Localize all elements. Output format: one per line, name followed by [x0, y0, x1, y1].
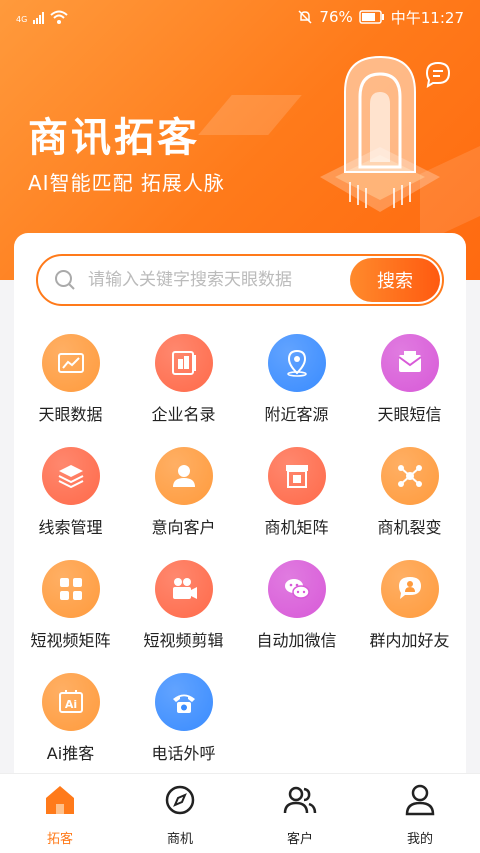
feature-phone-outbound[interactable]: 电话外呼 — [127, 669, 240, 769]
clock: 中午11:27 — [390, 8, 464, 27]
ai-board-icon: Ai — [41, 673, 100, 731]
feature-label: 线索管理 — [38, 518, 103, 537]
page-title: 商讯拓客 — [28, 115, 200, 161]
battery-icon — [359, 10, 384, 24]
tab-label: 商机 — [166, 832, 193, 847]
feature-label: 群内加好友 — [369, 631, 450, 650]
feature-tianyan-sms[interactable]: 天眼短信 — [353, 330, 466, 430]
telephone-icon — [154, 673, 213, 731]
search-input[interactable] — [88, 270, 350, 290]
feature-nearby-leads[interactable]: 附近客源 — [240, 330, 353, 430]
tab-label: 拓客 — [46, 832, 73, 847]
feature-company-list[interactable]: 企业名录 — [127, 330, 240, 430]
feature-label: 意向客户 — [151, 518, 216, 537]
feature-short-video-edit[interactable]: 短视频剪辑 — [127, 556, 240, 656]
feature-label: 商机矩阵 — [264, 518, 329, 537]
network-type: 4G — [16, 15, 28, 24]
tab-label: 我的 — [406, 832, 433, 847]
tab-label: 客户 — [286, 832, 313, 847]
user-icon — [154, 447, 213, 505]
feature-intent-customers[interactable]: 意向客户 — [127, 443, 240, 543]
page-subtitle: AI智能匹配 拓展人脉 — [28, 171, 225, 195]
feature-label: 商机裂变 — [377, 518, 442, 537]
feature-label: 附近客源 — [264, 405, 329, 424]
tab-customers[interactable]: 客户 — [240, 774, 360, 853]
compass-icon — [165, 785, 195, 815]
layers-icon — [41, 447, 100, 505]
mute-bell-icon — [298, 10, 312, 24]
status-bar: 4G 76% 中午11:27 — [0, 0, 480, 34]
signal-icon — [33, 12, 45, 24]
feature-short-video-matrix[interactable]: 短视频矩阵 — [14, 556, 127, 656]
feature-card: 搜索 天眼数据 企业名录 附近客源 天眼短信 — [14, 233, 466, 793]
network-nodes-icon — [380, 447, 439, 505]
feature-label: 天眼短信 — [377, 405, 442, 424]
chart-board-icon — [41, 334, 100, 392]
search-icon — [55, 270, 75, 290]
tab-opportunities[interactable]: 商机 — [120, 774, 240, 853]
group-chat-icon — [380, 560, 439, 618]
location-pin-icon — [267, 334, 326, 392]
envelope-icon — [380, 334, 439, 392]
feature-opportunity-matrix[interactable]: 商机矩阵 — [240, 443, 353, 543]
wifi-icon — [50, 10, 68, 24]
tab-mine[interactable]: 我的 — [360, 774, 480, 853]
video-grid-icon — [41, 560, 100, 618]
feature-auto-add-wechat[interactable]: 自动加微信 — [240, 556, 353, 656]
decorative-shape — [198, 95, 302, 135]
feature-label: 短视频剪辑 — [143, 631, 224, 650]
feature-label: 电话外呼 — [151, 744, 216, 763]
feature-label: 企业名录 — [151, 405, 216, 424]
video-camera-icon — [154, 560, 213, 618]
tab-prospecting[interactable]: 拓客 — [0, 774, 120, 853]
feature-ai-promoter[interactable]: Ai Ai推客 — [14, 669, 127, 769]
target-illustration-icon — [320, 55, 440, 212]
feature-opportunity-fission[interactable]: 商机裂变 — [353, 443, 466, 543]
feature-group-add-friends[interactable]: 群内加好友 — [353, 556, 466, 656]
feature-label: 短视频矩阵 — [30, 631, 111, 650]
battery-percent: 76% — [319, 8, 353, 26]
chat-bubble-icon[interactable] — [424, 60, 452, 88]
feature-label: Ai推客 — [46, 744, 95, 763]
company-book-icon — [154, 334, 213, 392]
person-icon — [405, 784, 435, 816]
wechat-icon — [267, 560, 326, 618]
feature-lead-management[interactable]: 线索管理 — [14, 443, 127, 543]
feature-label: 天眼数据 — [38, 405, 103, 424]
svg-text:Ai: Ai — [64, 698, 76, 711]
users-icon — [283, 786, 317, 814]
search-button[interactable]: 搜索 — [350, 258, 440, 302]
bottom-tab-bar: 拓客 商机 客户 我的 — [0, 773, 480, 853]
shop-icon — [267, 447, 326, 505]
feature-label: 自动加微信 — [256, 631, 337, 650]
feature-tianyan-data[interactable]: 天眼数据 — [14, 330, 127, 430]
home-icon — [46, 786, 74, 814]
search-bar: 搜索 — [36, 254, 444, 306]
